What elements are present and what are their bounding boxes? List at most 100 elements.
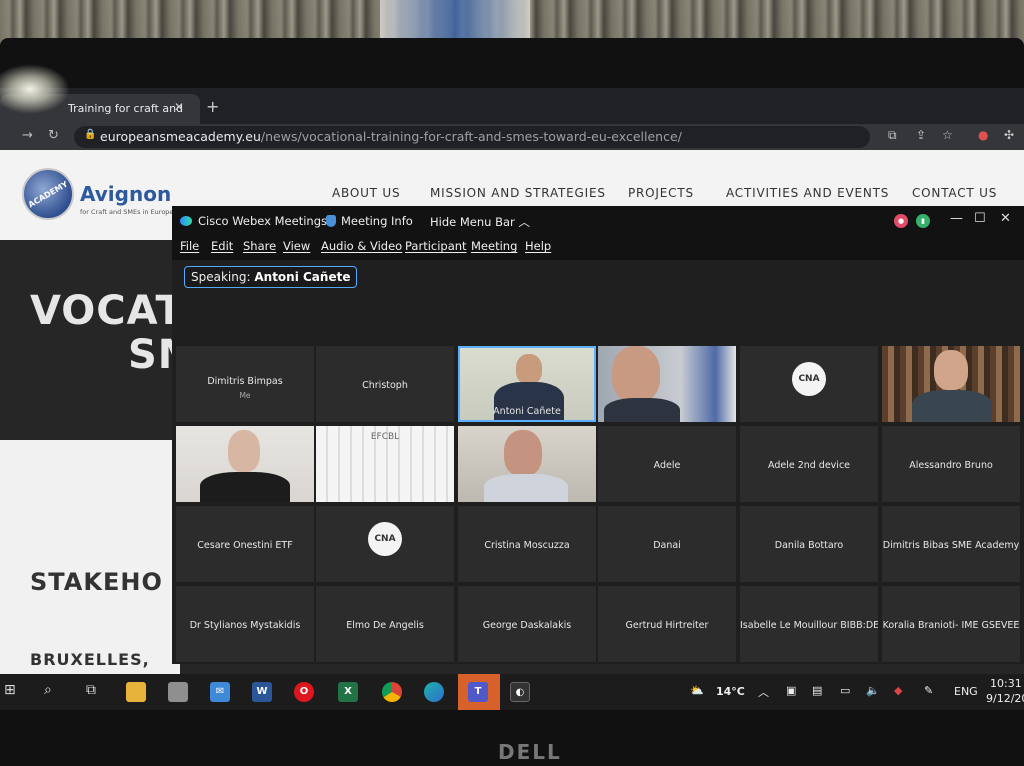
tab-close-icon[interactable]: ✕ — [174, 100, 184, 114]
temperature[interactable]: 14°C — [716, 685, 745, 698]
nav-activities[interactable]: ACTIVITIES AND EVENTS — [726, 186, 889, 200]
battery-icon[interactable]: ▭ — [840, 684, 850, 697]
webex-logo-icon — [180, 216, 192, 226]
participant-tile[interactable]: Alessandro Bruno — [882, 426, 1020, 502]
participant-tile[interactable]: Dimitris Bibas SME Academy — [882, 506, 1020, 582]
webex-taskbar-icon[interactable]: ◐ — [510, 682, 530, 702]
puzzle-icon[interactable]: ✣ — [1004, 128, 1014, 142]
close-icon[interactable]: ✕ — [1000, 211, 1011, 226]
address-bar[interactable]: 🔒 europeansmeacademy.eu/news/vocational-… — [74, 126, 870, 148]
mail-icon[interactable]: ✉ — [210, 682, 230, 702]
participant-name: Elmo De Angelis — [346, 620, 424, 631]
clock-time[interactable]: 10:31 — [990, 677, 1022, 690]
academy-logo-icon[interactable]: ACADEMY — [22, 168, 74, 220]
share-icon[interactable]: ⇪ — [916, 128, 926, 142]
participant-tile[interactable]: Gertrud Hirtreiter — [598, 586, 736, 662]
participant-tile[interactable]: Adele 2nd device — [740, 426, 878, 502]
translate-icon[interactable]: ⧉ — [888, 128, 897, 143]
hide-menu-bar-button[interactable]: Hide Menu Bar ︿ — [430, 214, 530, 230]
participant-tile[interactable]: Dr Stylianos Mystakidis — [176, 586, 314, 662]
task-view-icon[interactable]: ⧉ — [86, 682, 96, 698]
weather-icon[interactable]: ⛅ — [690, 684, 704, 697]
flag-background — [380, 0, 530, 38]
participant-body — [200, 472, 290, 502]
participant-tile[interactable]: Isabelle Le Mouillour BIBB:DE — [740, 586, 878, 662]
forward-icon[interactable]: → — [22, 128, 33, 143]
tray-chevron-icon[interactable]: ︿ — [758, 684, 769, 700]
file-explorer-icon[interactable] — [126, 682, 146, 702]
nav-mission[interactable]: MISSION AND STRATEGIES — [430, 186, 606, 200]
nav-projects[interactable]: PROJECTS — [628, 186, 694, 200]
new-tab-icon[interactable]: + — [206, 97, 219, 116]
stakeholders-heading: STAKEHO — [30, 568, 163, 596]
participant-tile[interactable]: Danila Bottaro — [740, 506, 878, 582]
minimize-icon[interactable]: — — [950, 211, 963, 226]
edge-icon[interactable] — [424, 682, 444, 702]
lock-icon: 🔒 — [84, 129, 97, 140]
menu-edit[interactable]: Edit — [211, 239, 233, 253]
reload-icon[interactable]: ↻ — [48, 128, 59, 143]
display-icon[interactable]: ▤ — [812, 684, 822, 697]
participant-tile[interactable]: Elmo De Angelis — [316, 586, 454, 662]
participant-tile[interactable]: Adele — [598, 426, 736, 502]
menu-participant[interactable]: Participant — [405, 239, 467, 253]
participant-tile[interactable]: Cristina Moscuzza — [458, 506, 596, 582]
antivirus-icon[interactable]: ◆ — [894, 684, 902, 697]
opera-icon[interactable]: O — [294, 682, 314, 702]
store-icon[interactable] — [168, 682, 188, 702]
menu-audio-video[interactable]: Audio & Video — [321, 239, 402, 253]
participant-tile[interactable] — [598, 346, 736, 422]
shield-icon — [326, 215, 336, 227]
nav-contact[interactable]: CONTACT US — [912, 186, 997, 200]
participant-tile[interactable] — [882, 346, 1020, 422]
url-path: /news/vocational-training-for-craft-and-… — [260, 129, 682, 144]
url-host: europeansmeacademy.eu — [100, 129, 261, 144]
participant-tile[interactable]: CNA — [740, 346, 878, 422]
webex-app-title[interactable]: Cisco Webex Meetings — [180, 214, 327, 228]
audio-status-icon[interactable]: ▮ — [916, 214, 930, 228]
participant-tile[interactable]: EFCBL — [316, 426, 454, 502]
cna-logo-icon: CNA — [792, 362, 826, 396]
participant-tile[interactable]: Danai — [598, 506, 736, 582]
extension-icon[interactable]: ● — [978, 128, 988, 142]
participant-tile[interactable]: Dimitris Bimpas Me — [176, 346, 314, 422]
windows-start-icon[interactable]: ⊞ — [4, 682, 16, 698]
participant-tile[interactable]: Koralia Branioti- IME GSEVEE — [882, 586, 1020, 662]
location-text: BRUXELLES, — [30, 650, 150, 669]
menu-share[interactable]: Share — [243, 239, 276, 253]
participant-name: Alessandro Bruno — [909, 460, 993, 471]
search-icon[interactable]: ⌕ — [44, 682, 52, 698]
word-icon[interactable]: W — [252, 682, 272, 702]
menu-file[interactable]: File — [180, 239, 199, 253]
nav-about-us[interactable]: ABOUT US — [332, 186, 400, 200]
logo-subtitle: for Craft and SMEs in Europe — [80, 208, 174, 216]
recording-status-icon[interactable]: ● — [894, 214, 908, 228]
language-indicator[interactable]: ENG — [954, 685, 978, 698]
bookmark-star-icon[interactable]: ☆ — [942, 128, 953, 142]
meet-icon[interactable]: ▣ — [786, 684, 796, 697]
participant-tile[interactable]: CNA — [316, 506, 454, 582]
excel-icon[interactable]: X — [338, 682, 358, 702]
participant-body — [484, 474, 568, 502]
chevron-up-icon: ︿ — [518, 215, 530, 229]
teams-icon[interactable]: T — [468, 682, 488, 702]
participant-tile[interactable]: Cesare Onestini ETF — [176, 506, 314, 582]
laptop-screen: Training for craft and ✕ + → ↻ 🔒 europea… — [0, 88, 1024, 710]
menu-view[interactable]: View — [283, 239, 310, 253]
clock-date[interactable]: 9/12/20 — [986, 692, 1024, 705]
participant-tile[interactable]: Christoph — [316, 346, 454, 422]
maximize-icon[interactable]: ☐ — [974, 211, 986, 226]
logo-title[interactable]: Avignon — [80, 182, 171, 206]
participant-name: Danai — [653, 540, 681, 551]
menu-meeting[interactable]: Meeting — [471, 239, 517, 253]
volume-icon[interactable]: 🔈 — [866, 684, 880, 697]
pen-icon[interactable]: ✎ — [924, 684, 933, 697]
meeting-info-button[interactable]: Meeting Info — [326, 214, 413, 228]
participant-tile[interactable]: Antoni Cañete — [458, 346, 596, 422]
participant-tile[interactable] — [176, 426, 314, 502]
webex-titlebar: Cisco Webex Meetings Meeting Info Hide M… — [172, 206, 1024, 234]
participant-tile[interactable]: George Daskalakis — [458, 586, 596, 662]
chrome-icon[interactable] — [382, 682, 402, 702]
participant-tile[interactable] — [458, 426, 596, 502]
menu-help[interactable]: Help — [525, 239, 551, 253]
